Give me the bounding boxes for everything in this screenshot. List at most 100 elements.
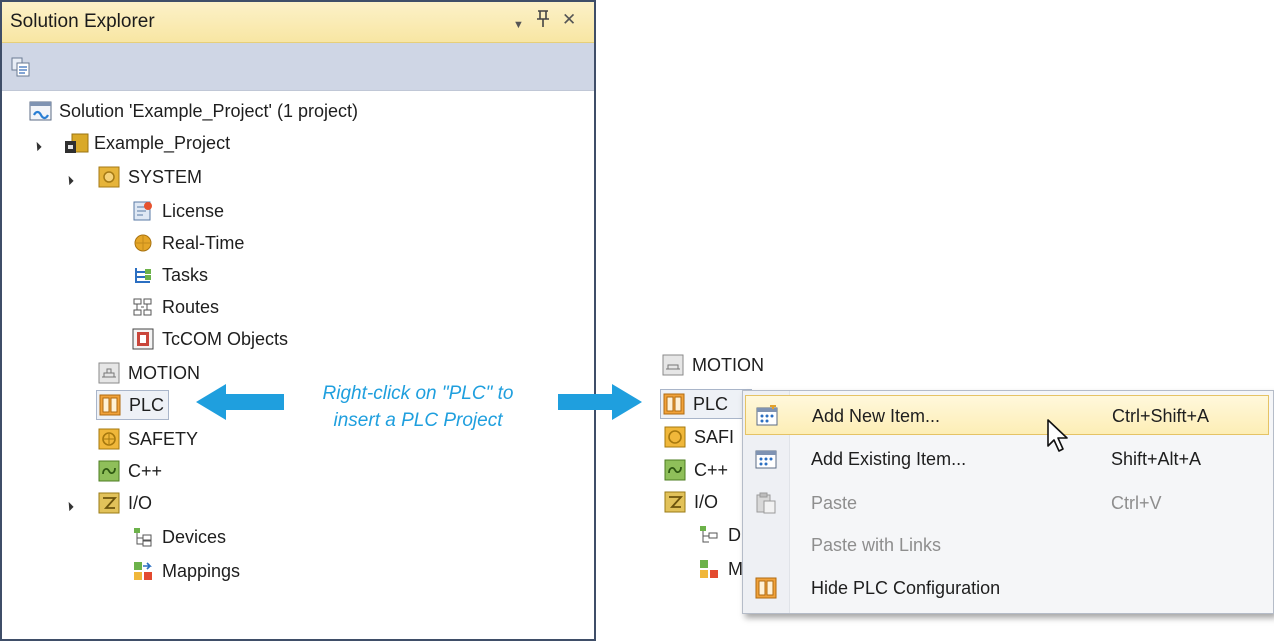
menu-item-paste-with-links[interactable]: Paste with Links	[745, 525, 1269, 565]
tccom-objects-label: TcCOM Objects	[162, 328, 289, 349]
plc-icon	[755, 577, 777, 599]
tasks-icon	[132, 264, 154, 286]
cpp-icon	[664, 459, 686, 481]
properties-icon[interactable]	[11, 57, 31, 82]
add-new-item-icon	[756, 403, 778, 427]
mappings-icon	[132, 560, 154, 582]
menu-item-label: Add Existing Item...	[811, 449, 967, 469]
mappings-label: Mappings	[162, 560, 241, 581]
menu-item-label: Hide PLC Configuration	[811, 578, 1001, 598]
routes-label: Routes	[162, 296, 220, 317]
tasks-label: Tasks	[162, 264, 209, 285]
solution-icon	[29, 100, 52, 122]
twincat-project-icon	[64, 132, 89, 154]
tree-item-realtime[interactable]: Real-Time	[132, 227, 244, 259]
realtime-label: Real-Time	[162, 232, 245, 253]
menu-item-shortcut: Ctrl+Shift+A	[1112, 406, 1210, 426]
menu-item-add-existing-item[interactable]: Add Existing Item... Shift+Alt+A	[745, 439, 1269, 479]
right-tree-item-devices[interactable]: D	[698, 519, 741, 551]
tree-item-io[interactable]: I/O	[98, 487, 152, 519]
tree-item-license[interactable]: License	[132, 195, 224, 227]
plc-icon	[663, 393, 685, 415]
solution-explorer-titlebar: Solution Explorer ▼ ✕	[2, 2, 594, 43]
right-plc-selection-box: PLC	[660, 389, 752, 419]
routes-icon	[132, 296, 154, 318]
right-arrow-icon	[558, 384, 642, 420]
right-motion-label: MOTION	[692, 354, 764, 375]
panel-title: Solution Explorer	[10, 11, 155, 32]
tree-item-motion[interactable]: MOTION	[98, 357, 200, 389]
expand-arrow-icon[interactable]	[64, 175, 74, 186]
motion-label: MOTION	[128, 362, 200, 383]
instruction-callout: Right-click on "PLC" to insert a PLC Pro…	[268, 380, 568, 434]
license-icon	[132, 200, 154, 222]
menu-item-label: Paste with Links	[811, 535, 942, 555]
callout-line-2: insert a PLC Project	[333, 410, 503, 431]
mouse-cursor-icon	[1047, 419, 1068, 452]
system-gear-icon	[98, 166, 120, 188]
mappings-icon	[698, 558, 720, 580]
menu-item-label: Add New Item...	[812, 406, 941, 426]
tree-item-routes[interactable]: Routes	[132, 291, 219, 323]
license-label: License	[162, 200, 225, 221]
motion-icon	[662, 354, 684, 376]
paste-icon	[755, 492, 777, 514]
realtime-icon	[132, 232, 154, 254]
cpp-icon	[98, 460, 120, 482]
safety-icon	[664, 426, 686, 448]
safety-label: SAFETY	[128, 428, 199, 449]
tree-item-safety[interactable]: SAFETY	[98, 423, 198, 455]
expand-arrow-icon[interactable]	[64, 501, 74, 512]
plc-icon	[99, 394, 121, 416]
project-label: Example_Project	[94, 132, 231, 153]
right-plc-label: PLC	[693, 393, 729, 414]
dropdown-icon[interactable]: ▼	[513, 13, 524, 37]
tree-item-plc[interactable]: PLC	[96, 389, 170, 421]
menu-item-hide-plc-configuration[interactable]: Hide PLC Configuration	[745, 568, 1269, 608]
menu-item-add-new-item[interactable]: Add New Item... Ctrl+Shift+A	[745, 395, 1269, 435]
solution-explorer-panel: Solution Explorer ▼ ✕ Solution 'Example_…	[0, 0, 596, 641]
tccom-objects-icon	[132, 328, 154, 350]
tree-item-solution[interactable]: Solution 'Example_Project' (1 project)	[29, 95, 358, 127]
context-menu: Add New Item... Ctrl+Shift+A Add Existin…	[742, 390, 1274, 614]
tree-item-devices[interactable]: Devices	[132, 521, 226, 553]
right-safety-label: SAFI	[694, 426, 735, 447]
devices-label: Devices	[162, 526, 227, 547]
devices-icon	[698, 524, 720, 546]
io-label: I/O	[128, 492, 153, 513]
safety-icon	[98, 428, 120, 450]
tree-item-mappings[interactable]: Mappings	[132, 555, 240, 587]
right-tree-item-plc[interactable]: PLC	[660, 388, 752, 420]
tree-item-tasks[interactable]: Tasks	[132, 259, 208, 291]
motion-icon	[98, 362, 120, 384]
cpp-label: C++	[128, 460, 163, 481]
right-tree-item-mappings[interactable]: M	[698, 553, 743, 585]
menu-item-shortcut: Ctrl+V	[1111, 493, 1162, 513]
plc-selection-box: PLC	[96, 390, 170, 420]
close-icon[interactable]: ✕	[562, 8, 576, 32]
io-icon	[98, 492, 120, 514]
add-existing-item-icon	[755, 448, 777, 470]
tree-item-cpp[interactable]: C++	[98, 455, 162, 487]
pin-icon[interactable]	[536, 8, 550, 35]
tree-item-project[interactable]: Example_Project	[64, 127, 230, 159]
right-tree-item-safety[interactable]: SAFI	[664, 421, 734, 453]
right-cpp-label: C++	[694, 459, 729, 480]
tree-item-system[interactable]: SYSTEM	[98, 161, 202, 193]
devices-icon	[132, 526, 154, 548]
tree-item-tccom-objects[interactable]: TcCOM Objects	[132, 323, 288, 355]
io-icon	[664, 491, 686, 513]
solution-label: Solution 'Example_Project' (1 project)	[59, 100, 359, 121]
menu-item-paste[interactable]: Paste Ctrl+V	[745, 483, 1269, 523]
right-mappings-label: M	[728, 558, 743, 579]
system-label: SYSTEM	[128, 166, 203, 187]
right-devices-label: D	[728, 524, 741, 545]
right-tree-item-motion[interactable]: MOTION	[662, 352, 764, 378]
right-tree-item-cpp[interactable]: C++	[664, 454, 728, 486]
plc-label: PLC	[129, 394, 165, 415]
expand-arrow-icon[interactable]	[32, 141, 42, 152]
menu-item-shortcut: Shift+Alt+A	[1111, 449, 1202, 469]
right-io-label: I/O	[694, 491, 719, 512]
menu-item-label: Paste	[811, 493, 858, 513]
right-tree-item-io[interactable]: I/O	[664, 486, 718, 518]
